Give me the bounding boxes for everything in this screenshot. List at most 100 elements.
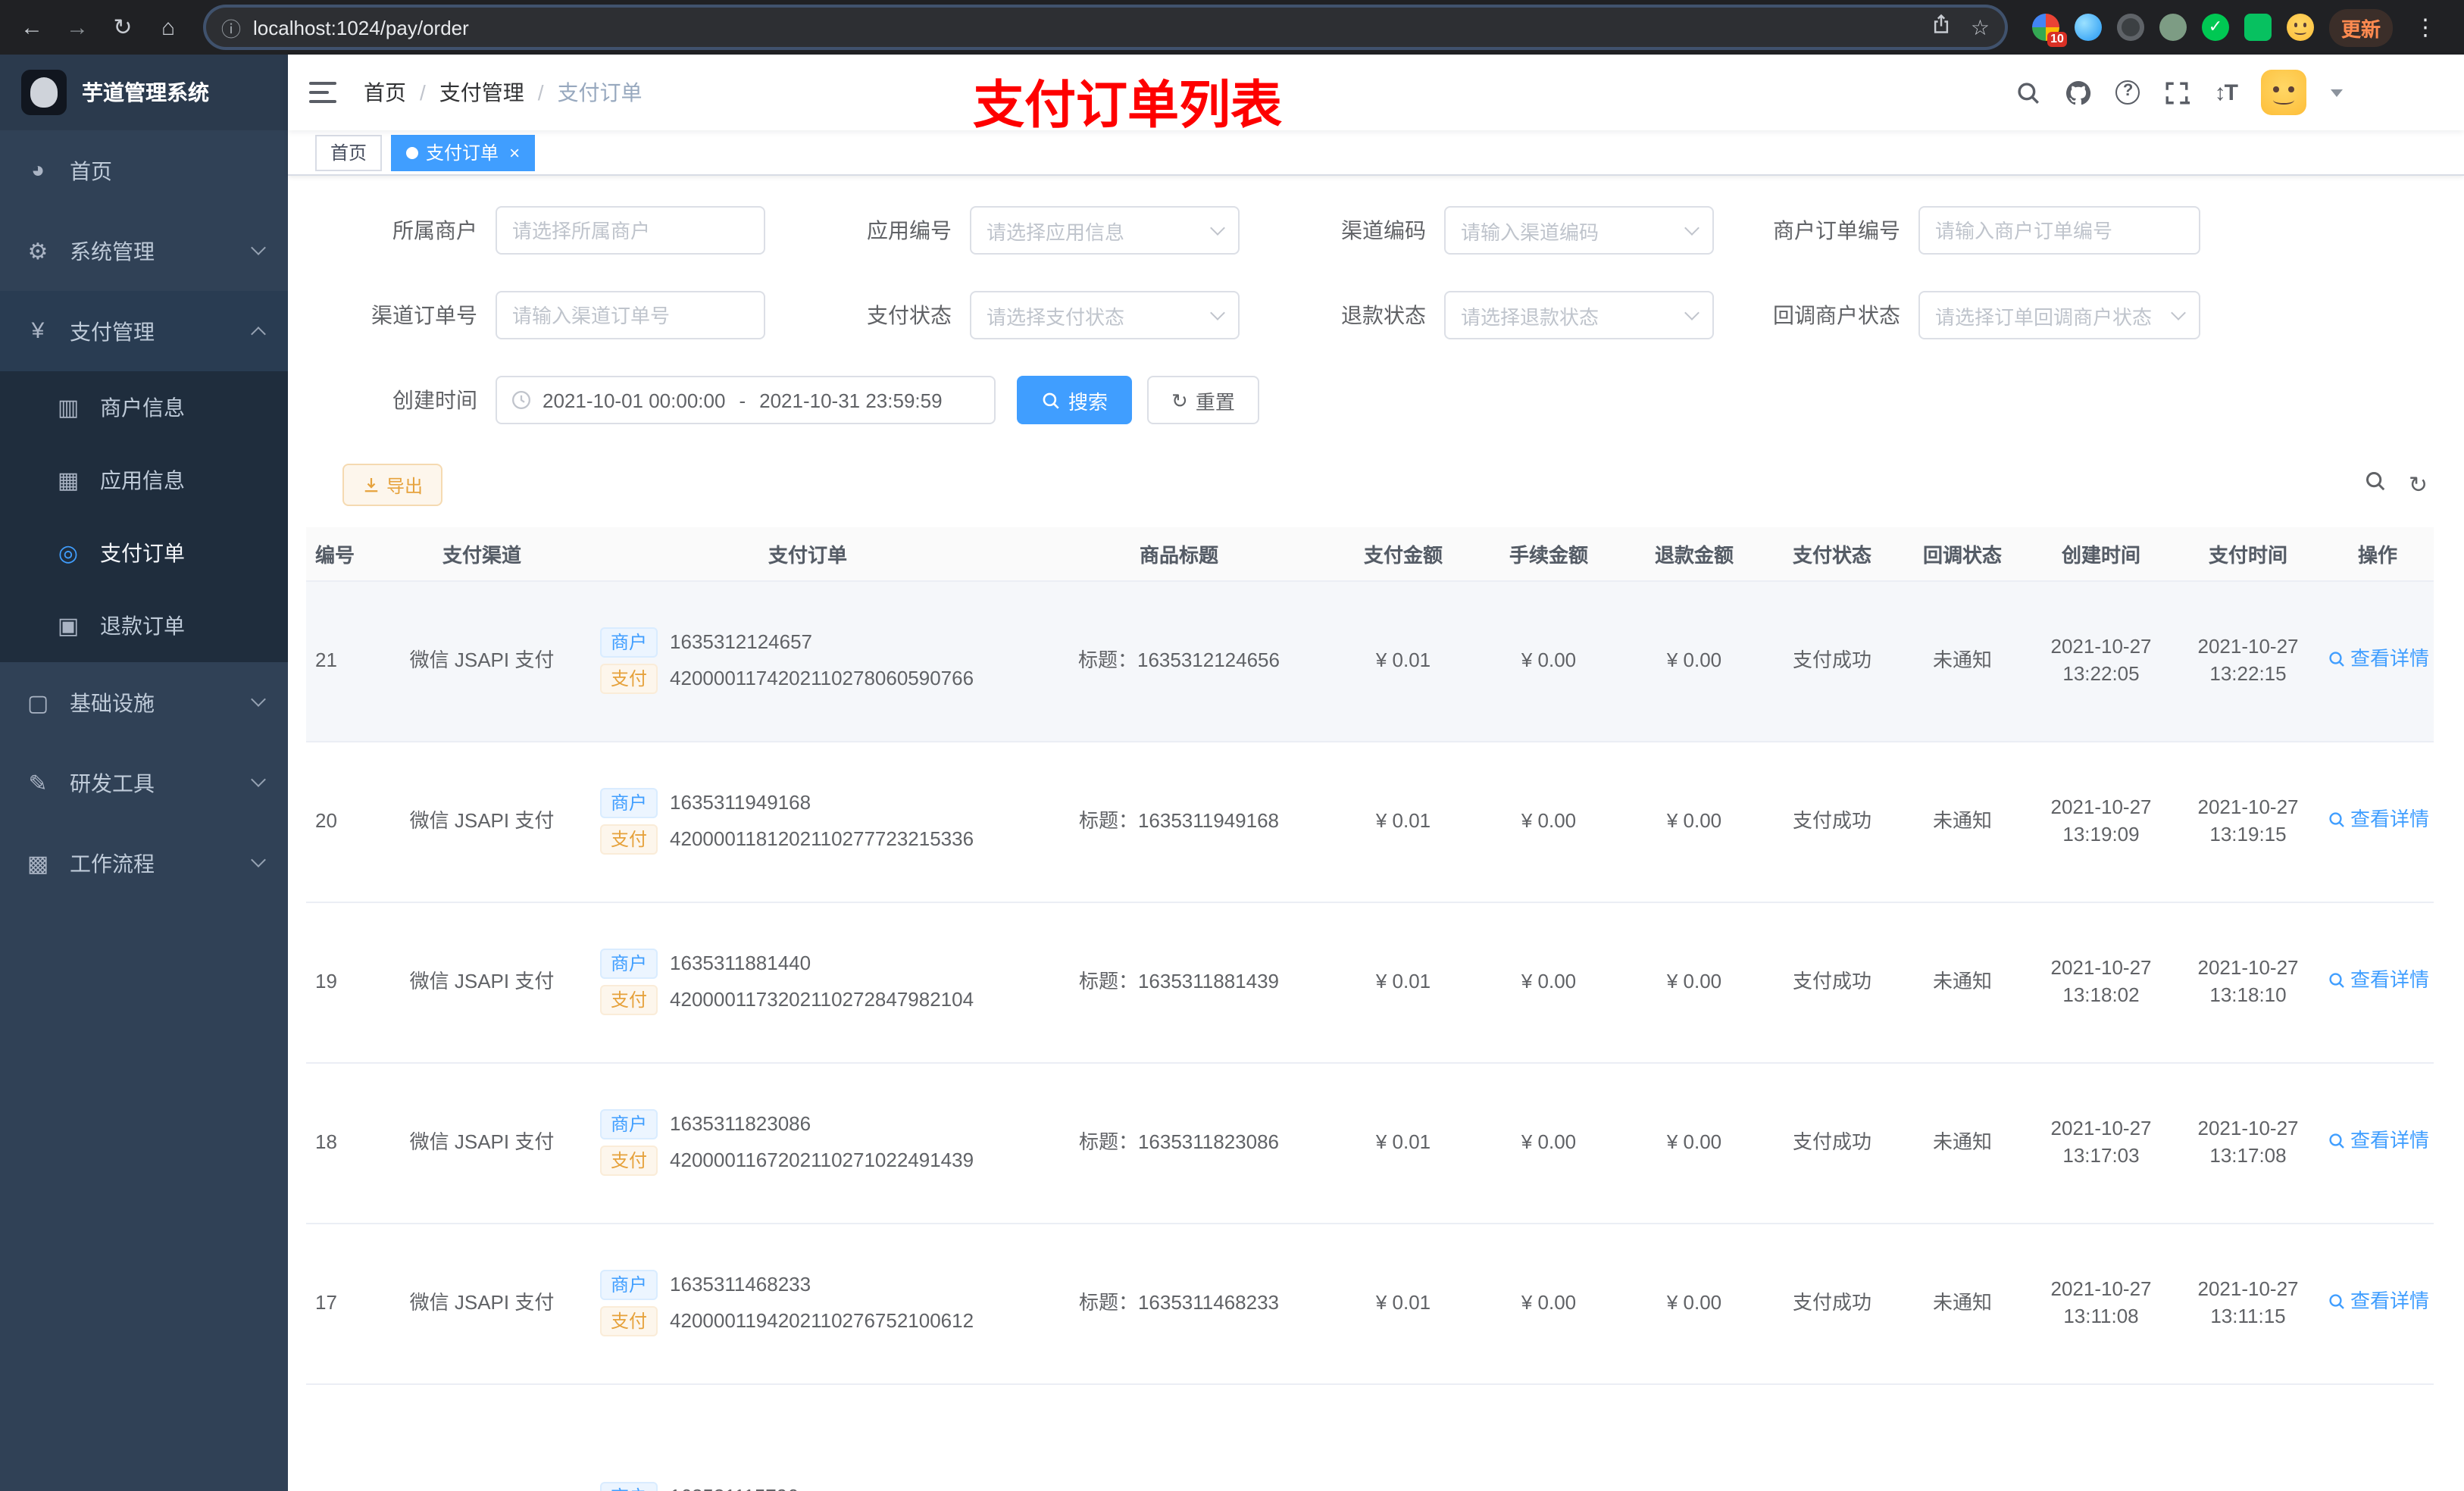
refresh-icon: ↻	[1171, 389, 1188, 411]
sidebar-item-label: 应用信息	[100, 468, 185, 492]
sidebar-item-infrastructure[interactable]: ▢ 基础设施	[0, 662, 288, 742]
merchant-select-input[interactable]	[496, 206, 765, 255]
card-icon: ▥	[57, 395, 80, 421]
pay-amount-cell: ¥ 0.01	[1330, 1062, 1476, 1224]
site-info-icon[interactable]: ⓘ	[221, 13, 241, 42]
table-row-partial[interactable]: 商户 163531115796	[306, 1383, 2434, 1491]
channel-code-label: 渠道编码	[1341, 218, 1426, 242]
browser-chrome: ← → ↻ ⌂ ⓘ localhost:1024/pay/order ☆ 10 …	[0, 0, 2464, 55]
chevron-down-icon	[251, 692, 266, 707]
browser-address-bar[interactable]: ⓘ localhost:1024/pay/order ☆	[206, 8, 2005, 47]
hamburger-icon[interactable]	[309, 82, 336, 103]
breadcrumb-pay-management[interactable]: 支付管理	[439, 77, 524, 108]
toggle-search-icon[interactable]	[2365, 470, 2387, 500]
browser-menu-icon[interactable]: ⋮	[2408, 14, 2443, 41]
pay-order-no: 4200001181202110277723215336	[670, 827, 974, 850]
channel-order-no-input[interactable]	[496, 291, 765, 339]
pay-status-select[interactable]: 请选择支付状态	[970, 291, 1240, 339]
channel-code-select[interactable]: 请输入渠道编码	[1444, 206, 1714, 255]
extension-sage-icon[interactable]	[2159, 14, 2187, 41]
pay-time-cell: 2021-10-27 13:11:15	[2175, 1223, 2322, 1384]
sidebar-item-pay-orders[interactable]: ◎ 支付订单	[0, 517, 288, 589]
bookmark-star-icon[interactable]: ☆	[1971, 14, 1990, 40]
col-notify-status: 回调状态	[1897, 527, 2028, 581]
view-detail-link[interactable]: 查看详情	[2328, 645, 2429, 673]
browser-forward-icon[interactable]: →	[61, 14, 94, 40]
col-create-time: 创建时间	[2028, 527, 2175, 581]
create-time-range-picker[interactable]: 2021-10-01 00:00:00 - 2021-10-31 23:59:5…	[496, 376, 996, 424]
help-icon[interactable]: ?	[2115, 80, 2140, 105]
chevron-down-icon	[1210, 220, 1225, 236]
extension-face-icon[interactable]	[2286, 14, 2314, 41]
font-size-icon[interactable]: ↕T	[2215, 80, 2238, 105]
extension-green-check-icon[interactable]: ✓	[2201, 14, 2229, 41]
tab-home[interactable]: 首页	[315, 134, 383, 170]
view-detail-link[interactable]: 查看详情	[2328, 967, 2429, 994]
sidebar-item-system[interactable]: ⚙ 系统管理	[0, 211, 288, 291]
pay-amount-cell: ¥ 0.01	[1330, 1223, 1476, 1384]
app-root: ← → ↻ ⌂ ⓘ localhost:1024/pay/order ☆ 10 …	[0, 0, 2464, 1491]
notify-status-cell: 未通知	[1897, 902, 2028, 1063]
extension-dark-icon[interactable]	[2116, 14, 2144, 41]
order-id-cell: 20	[306, 741, 376, 902]
table-row[interactable]: 18 微信 JSAPI 支付 商户 1635311823086 支付 4200001…	[306, 1062, 2434, 1224]
tab-pay-orders[interactable]: 支付订单 ×	[391, 134, 536, 170]
view-detail-link[interactable]: 查看详情	[2328, 1288, 2429, 1315]
sidebar-item-merchant-info[interactable]: ▥ 商户信息	[0, 371, 288, 444]
sidebar-item-dev-tools[interactable]: ✎ 研发工具	[0, 742, 288, 823]
notify-status-select[interactable]: 请选择订单回调商户状态	[1918, 291, 2200, 339]
create-time-cell: 2021-10-27 13:17:03	[2028, 1062, 2175, 1224]
view-detail-link[interactable]: 查看详情	[2328, 1127, 2429, 1155]
sidebar-item-refund-orders[interactable]: ▣ 退款订单	[0, 589, 288, 662]
chevron-down-icon	[251, 852, 266, 867]
refresh-table-icon[interactable]: ↻	[2409, 474, 2428, 496]
extension-blue-icon[interactable]	[2074, 14, 2102, 41]
refund-status-select[interactable]: 请选择退款状态	[1444, 291, 1714, 339]
browser-home-icon[interactable]: ⌂	[152, 14, 185, 40]
breadcrumb-home[interactable]: 首页	[364, 77, 406, 108]
view-detail-link[interactable]: 查看详情	[2328, 806, 2429, 833]
table-row[interactable]: 20 微信 JSAPI 支付 商户 1635311949168 支付 4200001…	[306, 741, 2434, 902]
app-id-select[interactable]: 请选择应用信息	[970, 206, 1240, 255]
fee-amount-cell: ¥ 0.00	[1476, 741, 1621, 902]
col-pay-amount: 支付金额	[1330, 527, 1476, 581]
app-logo: 芋道管理系统	[0, 55, 288, 130]
sidebar-item-pay-management[interactable]: ¥ 支付管理	[0, 291, 288, 371]
pay-order-cell: 商户 1635311881440 支付 4200001173202110272847…	[588, 902, 1027, 1063]
fee-amount-cell: ¥ 0.00	[1476, 902, 1621, 1063]
product-title-cell: 标题：1635311823086	[1027, 1062, 1330, 1224]
close-icon[interactable]: ×	[509, 142, 520, 163]
search-icon[interactable]	[2016, 80, 2042, 105]
table-row[interactable]: 21 微信 JSAPI 支付 商户 1635312124657 支付 4200001…	[306, 580, 2434, 742]
pay-order-tag: 支付	[600, 664, 658, 694]
browser-update-button[interactable]: 更新	[2328, 8, 2393, 46]
share-icon[interactable]	[1931, 13, 1953, 42]
fullscreen-icon[interactable]	[2165, 80, 2190, 105]
github-icon[interactable]	[2066, 80, 2092, 105]
merchant-order-no: 163531115796	[670, 1483, 799, 1491]
search-button[interactable]: 搜索	[1017, 376, 1133, 424]
export-button[interactable]: 导出	[342, 464, 443, 506]
reset-button[interactable]: ↻ 重置	[1147, 376, 1259, 424]
extension-green-square-icon[interactable]	[2244, 14, 2272, 41]
browser-back-icon[interactable]: ←	[15, 14, 48, 40]
reset-button-label: 重置	[1195, 390, 1235, 413]
table-row[interactable]: 17 微信 JSAPI 支付 商户 1635311468233 支付 4200001…	[306, 1223, 2434, 1384]
extension-colorful-icon[interactable]: 10	[2031, 14, 2067, 47]
grid-icon: ▦	[57, 468, 80, 494]
table-row[interactable]: 19 微信 JSAPI 支付 商户 1635311881440 支付 4200001…	[306, 902, 2434, 1063]
merchant-order-no-input[interactable]	[1918, 206, 2200, 255]
sidebar-item-label: 支付订单	[100, 541, 185, 565]
avatar-caret-icon[interactable]	[2331, 89, 2343, 96]
sidebar-item-workflow[interactable]: ▩ 工作流程	[0, 823, 288, 903]
pay-status-cell: 支付成功	[1767, 1062, 1897, 1224]
refund-amount-cell: ¥ 0.00	[1621, 1062, 1767, 1224]
avatar[interactable]	[2261, 70, 2306, 115]
pay-channel-cell: 微信 JSAPI 支付	[376, 741, 588, 902]
sidebar-item-app-info[interactable]: ▦ 应用信息	[0, 444, 288, 517]
sidebar-item-home[interactable]: ◕ 首页	[0, 130, 288, 211]
navbar: 首页 / 支付管理 / 支付订单 支付订单列表 ? ↕T	[288, 55, 2464, 135]
chevron-down-icon	[2171, 305, 2186, 320]
browser-reload-icon[interactable]: ↻	[106, 14, 139, 41]
product-title-cell: 标题：1635311468233	[1027, 1223, 1330, 1384]
